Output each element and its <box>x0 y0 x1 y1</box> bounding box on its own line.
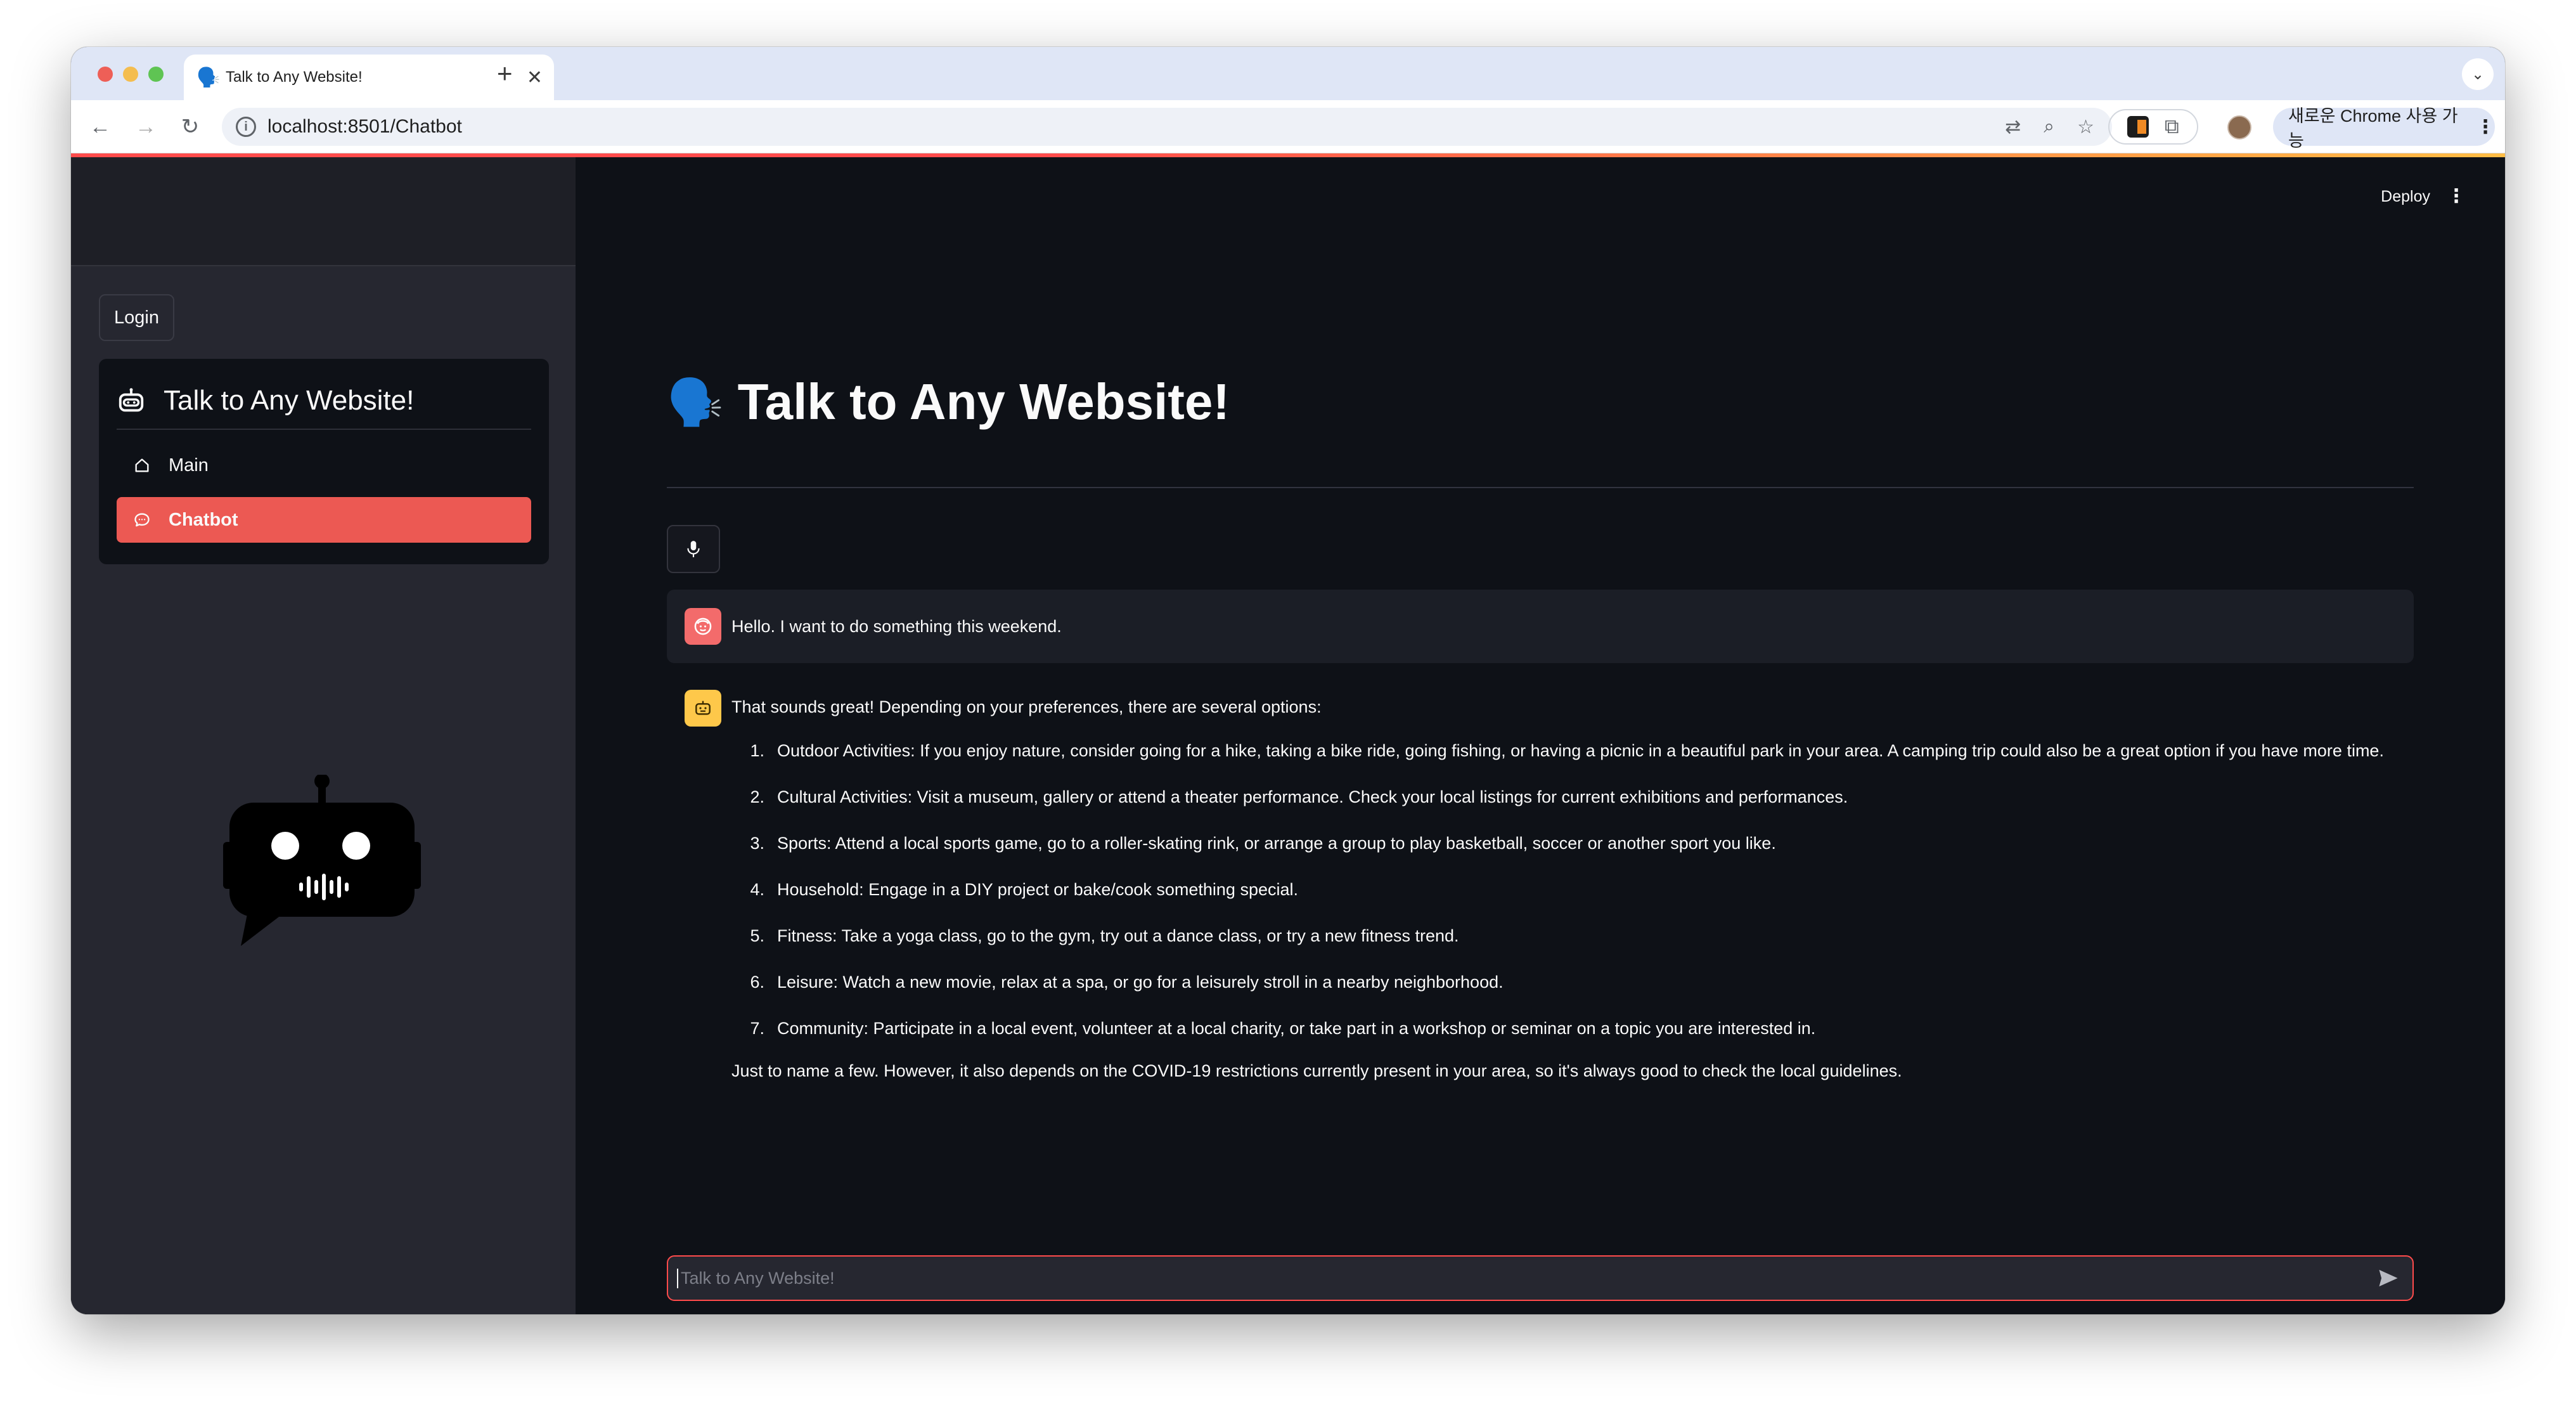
login-button[interactable]: Login <box>99 294 174 341</box>
menu-item-chatbot[interactable]: Chatbot <box>117 497 531 543</box>
list-number: 7. <box>750 1019 764 1038</box>
assistant-intro: That sounds great! Depending on your pre… <box>731 697 1322 716</box>
assistant-avatar <box>685 690 721 727</box>
list-item: 6. Leisure: Watch a new movie, relax at a… <box>731 973 2384 992</box>
extension-icon[interactable] <box>2127 116 2149 138</box>
streamlit-app: Login Talk to Any Website! Main Chatbot … <box>71 153 2505 1314</box>
list-item-text: Cultural Activities: Visit a museum, gal… <box>777 787 1848 806</box>
forward-button[interactable]: → <box>131 112 161 142</box>
title-divider <box>667 487 2414 488</box>
menu-item-label: Chatbot <box>169 509 238 530</box>
back-button[interactable]: ← <box>85 112 115 142</box>
list-item-text: Sports: Attend a local sports game, go t… <box>777 834 1776 853</box>
list-number: 6. <box>750 973 764 992</box>
profile-avatar[interactable] <box>2227 115 2251 139</box>
main-menu-icon[interactable]: ⋮ <box>2447 185 2466 207</box>
speaking-head-icon: 🗣️ <box>196 67 221 88</box>
chat-input[interactable] <box>677 1268 2369 1288</box>
list-item: 1. Outdoor Activities: If you enjoy natur… <box>731 741 2384 761</box>
site-info-icon[interactable]: i <box>236 117 256 137</box>
user-avatar <box>685 608 721 645</box>
sidebar-header <box>71 157 576 266</box>
arrow-left-icon: ← <box>89 114 111 139</box>
microphone-icon <box>687 541 700 557</box>
send-button[interactable] <box>2369 1259 2407 1297</box>
omnibox-actions: ⇄ ⌕ ☆ <box>2005 108 2094 146</box>
arrow-right-icon: → <box>135 114 157 139</box>
list-item-text: Outdoor Activities: If you enjoy nature,… <box>777 741 2384 760</box>
page-title-text: Talk to Any Website! <box>737 373 1230 430</box>
robot-logo-icon <box>223 775 421 946</box>
address-bar[interactable]: i localhost:8501/Chatbot ⇄ ⌕ ☆ <box>222 108 2112 146</box>
browser-toolbar: ← → ↻ i localhost:8501/Chatbot ⇄ ⌕ ☆ ⧉ 새… <box>71 100 2505 153</box>
reload-button[interactable]: ↻ <box>175 112 205 142</box>
chrome-update-label: 새로운 Chrome 사용 가능 <box>2288 107 2458 150</box>
list-number: 5. <box>750 926 764 945</box>
deploy-button[interactable]: Deploy <box>2381 188 2430 206</box>
zoom-icon[interactable]: ⌕ <box>2044 116 2054 138</box>
chrome-update-button[interactable]: 새로운 Chrome 사용 가능 ⋮ <box>2273 107 2495 150</box>
robot-icon <box>695 701 711 715</box>
minimize-window-button[interactable] <box>123 67 138 82</box>
translate-icon[interactable]: ⇄ <box>2005 116 2021 138</box>
smiling-face-icon <box>694 618 712 635</box>
chat-icon <box>134 513 150 527</box>
list-item-text: Fitness: Take a yoga class, go to the gy… <box>777 926 1459 945</box>
list-item: 5. Fitness: Take a yoga class, go to the … <box>731 926 2384 946</box>
record-audio-button[interactable] <box>667 525 720 573</box>
list-number: 2. <box>750 787 764 806</box>
extensions-area: ⧉ <box>2108 109 2198 145</box>
chat-message-assistant: That sounds great! Depending on your pre… <box>685 690 2409 1081</box>
browser-window: 🗣️ Talk to Any Website! ✕ + ⌄ ← → ↻ i lo… <box>71 47 2505 1314</box>
tab-search-button[interactable]: ⌄ <box>2462 58 2494 90</box>
tab-bar: 🗣️ Talk to Any Website! ✕ + ⌄ <box>71 47 2505 100</box>
menu-item-label: Main <box>169 455 209 475</box>
reload-icon: ↻ <box>181 115 200 139</box>
list-item-text: Household: Engage in a DIY project or ba… <box>777 880 1298 899</box>
list-item-text: Leisure: Watch a new movie, relax at a s… <box>777 973 1504 992</box>
option-menu: Talk to Any Website! Main Chatbot <box>99 359 549 564</box>
send-icon <box>2379 1269 2398 1287</box>
assistant-outro: Just to name a few. However, it also dep… <box>731 1061 1902 1080</box>
close-tab-icon[interactable]: ✕ <box>527 67 543 89</box>
chat-input-box <box>667 1255 2414 1301</box>
assistant-options-list: 1. Outdoor Activities: If you enjoy natur… <box>731 741 2384 1038</box>
sidebar: Login Talk to Any Website! Main Chatbot <box>71 157 576 1314</box>
menu-title: Talk to Any Website! <box>164 385 415 416</box>
url-text[interactable]: localhost:8501/Chatbot <box>267 116 462 138</box>
assistant-message-body: That sounds great! Depending on your pre… <box>731 690 2384 1081</box>
list-item: 7. Community: Participate in a local even… <box>731 1019 2384 1038</box>
list-number: 3. <box>750 834 764 853</box>
bookmark-star-icon[interactable]: ☆ <box>2077 116 2094 138</box>
menu-item-main[interactable]: Main <box>117 443 531 488</box>
list-item-text: Community: Participate in a local event,… <box>777 1019 1816 1038</box>
user-message-text: Hello. I want to do something this weeke… <box>731 616 1062 636</box>
house-icon <box>135 458 149 472</box>
main-content: Deploy ⋮ 🗣️ Talk to Any Website! Hello. … <box>576 157 2505 1314</box>
list-item: 2. Cultural Activities: Visit a museum, g… <box>731 787 2384 807</box>
list-number: 1. <box>750 741 764 760</box>
more-vertical-icon: ⋮ <box>2476 116 2495 138</box>
page-title: 🗣️ Talk to Any Website! <box>667 373 1230 431</box>
robot-icon <box>119 388 144 412</box>
puzzle-icon[interactable]: ⧉ <box>2165 115 2179 139</box>
chat-message-user: Hello. I want to do something this weeke… <box>667 590 2414 663</box>
maximize-window-button[interactable] <box>148 67 164 82</box>
tab-title: Talk to Any Website! <box>226 68 363 86</box>
close-window-button[interactable] <box>98 67 113 82</box>
chevron-down-icon: ⌄ <box>2471 65 2485 83</box>
menu-header: Talk to Any Website! <box>117 373 531 430</box>
list-item: 3. Sports: Attend a local sports game, go… <box>731 834 2384 853</box>
new-tab-button[interactable]: + <box>497 58 513 89</box>
speaking-head-icon: 🗣️ <box>667 377 724 428</box>
list-number: 4. <box>750 880 764 899</box>
list-item: 4. Household: Engage in a DIY project or … <box>731 880 2384 900</box>
